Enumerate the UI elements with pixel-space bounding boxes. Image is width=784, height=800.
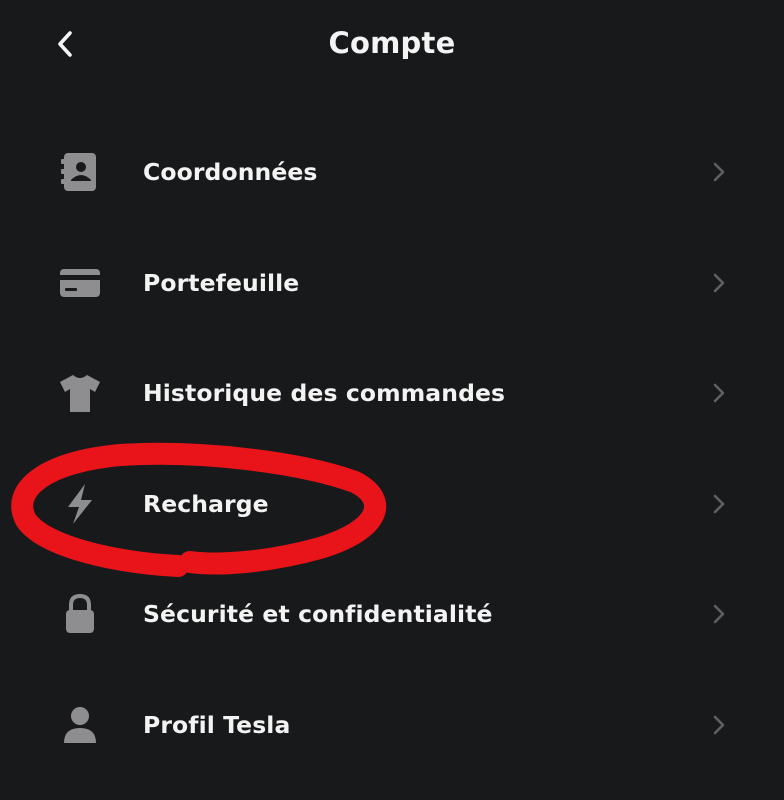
chevron-right-icon (708, 603, 730, 625)
menu-item-label: Portefeuille (143, 268, 300, 297)
chevron-right-icon (708, 161, 730, 183)
menu-item-label: Profil Tesla (143, 710, 291, 739)
chevron-right-icon (708, 714, 730, 736)
person-icon (56, 701, 104, 749)
menu-item-recharge[interactable]: Recharge (0, 449, 784, 560)
credit-card-icon (56, 259, 104, 307)
chevron-right-icon (708, 493, 730, 515)
menu-item-label: Recharge (143, 489, 269, 518)
menu-item-securite[interactable]: Sécurité et confidentialité (0, 559, 784, 670)
lightning-bolt-icon (56, 480, 104, 528)
menu-item-historique[interactable]: Historique des commandes (0, 338, 784, 449)
menu-item-coordonnees[interactable]: Coordonnées (0, 117, 784, 228)
account-menu: Coordonnées Portefeuille Historique des … (0, 117, 784, 780)
page-title: Compte (328, 26, 456, 60)
contact-book-icon (56, 148, 104, 196)
chevron-right-icon (708, 272, 730, 294)
chevron-right-icon (708, 382, 730, 404)
menu-item-portefeuille[interactable]: Portefeuille (0, 228, 784, 339)
tshirt-icon (56, 369, 104, 417)
header: Compte (0, 0, 784, 90)
menu-item-label: Historique des commandes (143, 379, 506, 408)
lock-icon (56, 590, 104, 638)
menu-item-label: Sécurité et confidentialité (143, 600, 493, 629)
menu-item-label: Coordonnées (143, 158, 318, 187)
menu-item-profil[interactable]: Profil Tesla (0, 670, 784, 781)
